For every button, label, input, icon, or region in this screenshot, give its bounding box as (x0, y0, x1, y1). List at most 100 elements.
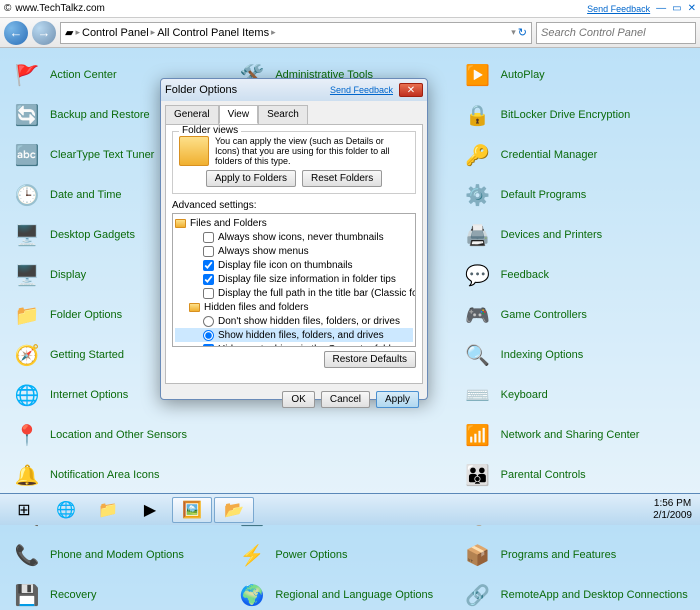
cp-item-label: RemoteApp and Desktop Connections (501, 589, 688, 601)
cp-item[interactable]: ⚙️Default Programs (463, 180, 688, 210)
cp-item-label: BitLocker Drive Encryption (501, 109, 631, 121)
advanced-settings-label: Advanced settings: (172, 200, 416, 211)
dialog-feedback-link[interactable]: Send Feedback (330, 85, 393, 95)
taskbar-media-icon[interactable]: ▶ (130, 497, 170, 523)
forward-button[interactable]: → (32, 21, 56, 45)
cp-item[interactable]: 🔒BitLocker Drive Encryption (463, 100, 688, 130)
checkbox[interactable] (203, 232, 214, 243)
dialog-close-button[interactable]: ✕ (399, 83, 423, 97)
checkbox[interactable] (203, 260, 214, 271)
cp-item[interactable]: 💾Recovery (12, 580, 237, 610)
checkbox[interactable] (203, 274, 214, 285)
tree-item[interactable]: Hide empty drives in the Computer folder (175, 342, 413, 347)
tree-root[interactable]: Files and Folders (175, 216, 413, 230)
cp-item-label: Credential Manager (501, 149, 598, 161)
group-label: Folder views (179, 125, 241, 136)
checkbox[interactable] (203, 344, 214, 348)
back-button[interactable]: ← (4, 21, 28, 45)
tree-item[interactable]: Don't show hidden files, folders, or dri… (175, 314, 413, 328)
breadcrumb[interactable]: ▰▸ Control Panel▸ All Control Panel Item… (60, 22, 532, 44)
cp-item[interactable]: ⚡ Power Options (237, 540, 462, 570)
cp-item[interactable]: 🖨️Devices and Printers (463, 220, 688, 250)
tree-item[interactable]: Always show icons, never thumbnails (175, 230, 413, 244)
cancel-button[interactable]: Cancel (321, 391, 370, 408)
cp-item-label: Display (50, 269, 86, 281)
cp-item-label: Notification Area Icons (50, 469, 159, 481)
taskbar-ie-icon[interactable]: 🌐 (46, 497, 86, 523)
tree-item[interactable]: Display file size information in folder … (175, 272, 413, 286)
taskbar[interactable]: ⊞ 🌐 📁 ▶ 🖼️ 📂 1:56 PM 2/1/2009 (0, 493, 700, 525)
cp-item-icon: 📞 (12, 540, 42, 570)
checkbox[interactable] (203, 246, 214, 257)
taskbar-explorer-icon[interactable]: 📁 (88, 497, 128, 523)
refresh-icon[interactable]: ↻ (518, 26, 527, 39)
cp-item[interactable]: ⌨️Keyboard (463, 380, 688, 410)
cp-item-label: AutoPlay (501, 69, 545, 81)
cp-item-label: Power Options (275, 549, 347, 561)
cp-item[interactable] (237, 460, 462, 490)
cp-item[interactable]: 🔍Indexing Options (463, 340, 688, 370)
cp-item[interactable]: 💬Feedback (463, 260, 688, 290)
cp-item[interactable]: 🎮Game Controllers (463, 300, 688, 330)
advanced-settings-tree[interactable]: Files and FoldersAlways show icons, neve… (172, 213, 416, 347)
tree-item[interactable]: Hidden files and folders (175, 300, 413, 314)
ok-button[interactable]: OK (282, 391, 314, 408)
cp-item-icon: 🖨️ (463, 220, 493, 250)
cp-item[interactable]: 📶Network and Sharing Center (463, 420, 688, 450)
cp-item-label: Regional and Language Options (275, 589, 433, 601)
cp-item[interactable]: 🔔Notification Area Icons (12, 460, 237, 490)
folder-options-dialog: Folder Options Send Feedback ✕ General V… (160, 78, 428, 400)
cp-item-icon: ⚡ (237, 540, 267, 570)
maximize-icon[interactable]: ▭ (672, 3, 681, 14)
checkbox[interactable] (203, 288, 214, 299)
system-clock[interactable]: 1:56 PM 2/1/2009 (653, 498, 696, 522)
taskbar-app-icon[interactable]: 🖼️ (172, 497, 212, 523)
cp-item[interactable]: ▶️AutoPlay (463, 60, 688, 90)
close-icon[interactable]: ✕ (688, 3, 696, 14)
dialog-title: Folder Options (165, 84, 237, 96)
cp-item-icon: 🎮 (463, 300, 493, 330)
tree-item[interactable]: Display file icon on thumbnails (175, 258, 413, 272)
cp-item[interactable]: 🔗RemoteApp and Desktop Connections (463, 580, 688, 610)
cp-item[interactable]: 🔑Credential Manager (463, 140, 688, 170)
tree-item[interactable]: Display the full path in the title bar (… (175, 286, 413, 300)
search-box[interactable] (536, 22, 696, 44)
cp-item[interactable]: 📞 Phone and Modem Options (12, 540, 237, 570)
cp-item[interactable]: 🌍Regional and Language Options (237, 580, 462, 610)
radio[interactable] (203, 316, 214, 327)
cp-item-label: Phone and Modem Options (50, 549, 184, 561)
send-feedback-link[interactable]: Send Feedback (587, 4, 650, 14)
tree-item[interactable]: Always show menus (175, 244, 413, 258)
folder-icon (179, 136, 209, 166)
dialog-titlebar[interactable]: Folder Options Send Feedback ✕ (161, 79, 427, 101)
apply-button[interactable]: Apply (376, 391, 419, 408)
cp-item-label: Action Center (50, 69, 117, 81)
cp-item[interactable]: 👪Parental Controls (463, 460, 688, 490)
minimize-icon[interactable]: — (656, 3, 666, 14)
cp-item-label: ClearType Text Tuner (50, 149, 154, 161)
cp-item[interactable] (237, 420, 462, 450)
cp-item-label: Feedback (501, 269, 549, 281)
dialog-body: Folder views You can apply the view (suc… (165, 124, 423, 384)
cp-item[interactable]: 📍Location and Other Sensors (12, 420, 237, 450)
cp-item-label: Internet Options (50, 389, 128, 401)
cp-icon: ▰ (65, 26, 73, 39)
breadcrumb-item[interactable]: Control Panel (82, 27, 149, 39)
reset-folders-button[interactable]: Reset Folders (302, 170, 382, 187)
apply-to-folders-button[interactable]: Apply to Folders (206, 170, 296, 187)
site-url: www.TechTalkz.com (15, 3, 104, 14)
tree-item[interactable]: Show hidden files, folders, and drives (175, 328, 413, 342)
cp-item-icon: 🔤 (12, 140, 42, 170)
radio[interactable] (203, 330, 214, 341)
restore-defaults-button[interactable]: Restore Defaults (324, 351, 416, 368)
cp-item-icon: ⌨️ (463, 380, 493, 410)
tab-view[interactable]: View (219, 105, 259, 124)
copyright-icon: © (4, 3, 11, 14)
taskbar-folder-icon[interactable]: 📂 (214, 497, 254, 523)
start-button[interactable]: ⊞ (4, 497, 44, 523)
tab-general[interactable]: General (165, 105, 219, 124)
search-input[interactable] (541, 27, 691, 39)
cp-item[interactable]: 📦Programs and Features (463, 540, 688, 570)
tab-search[interactable]: Search (258, 105, 308, 124)
breadcrumb-item[interactable]: All Control Panel Items (157, 27, 269, 39)
